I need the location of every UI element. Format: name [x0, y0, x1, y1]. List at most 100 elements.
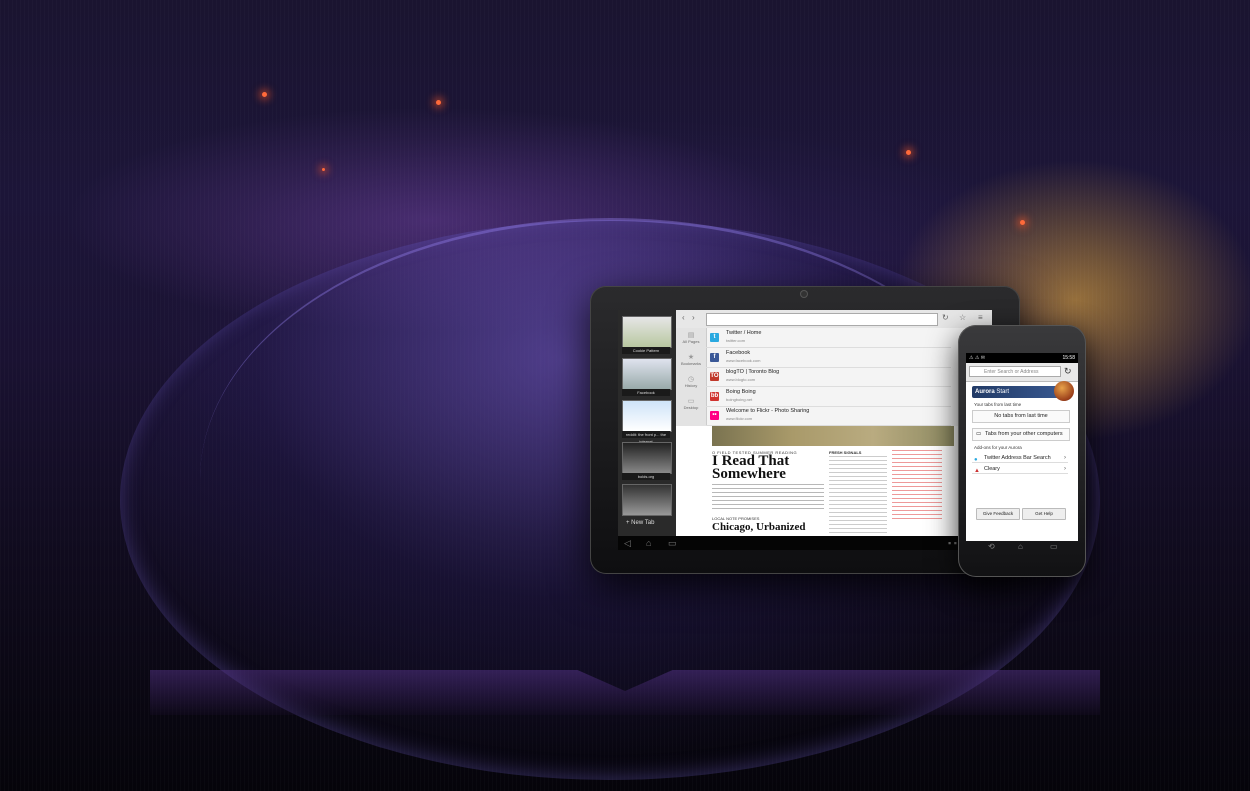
site-favicon-icon: TO [710, 372, 719, 381]
site-favicon-icon: t [710, 333, 719, 342]
url-bar: ‹ › ↻ ☆ ≡ [676, 310, 992, 329]
awesome-sidebar: ▤ All Pages ★ Bookmarks ◷ History ▭ Desktop [676, 328, 707, 426]
side-column-title: FRESH SIGNALS [829, 450, 862, 455]
addon-name: Cleary [984, 466, 1000, 472]
other-computers-label: Tabs from your other computers [985, 431, 1063, 437]
tab-thumbnail[interactable] [622, 400, 672, 432]
monitor-icon: ▭ [976, 431, 982, 437]
home-icon[interactable]: ⌂ [646, 538, 651, 548]
pages-icon: ▤ [687, 332, 695, 339]
suggestion-row[interactable]: bb Boing Boing boingboing.net [706, 387, 951, 407]
phone-device: ⚠ ⚠ ✉ 15:58 Enter Search or Address ↻ Au… [958, 325, 1086, 577]
suggestion-title: Twitter / Home [726, 330, 762, 336]
phone-nav-bar: ⟲ ⌂ ▭ [966, 541, 1078, 557]
article-page: O FIELD TESTED SUMMER READING I Read Tha… [676, 426, 992, 536]
chevron-right-icon: › [1064, 466, 1066, 472]
forward-icon[interactable]: › [692, 313, 695, 322]
new-tab-label: New Tab [631, 520, 655, 526]
android-nav-bar: ◁ ⌂ ▭ ▪ ▪ ▪ [618, 536, 992, 550]
sidebar-item-bookmarks[interactable]: ★ Bookmarks [676, 353, 706, 366]
chevron-right-icon: › [1064, 455, 1066, 461]
suggestion-url: boingboing.net [726, 396, 753, 402]
tab-strip: Cookie Pattern Facebook reddit: the fron… [618, 310, 676, 536]
tablet-device: Cookie Pattern Facebook reddit: the fron… [590, 286, 1020, 574]
tab-thumbnail[interactable] [622, 316, 672, 348]
aurora-logo-icon [1054, 381, 1074, 401]
sidebar-item-desktop[interactable]: ▭ Desktop [676, 397, 706, 410]
url-input[interactable] [706, 313, 938, 326]
star-icon[interactable]: ☆ [959, 313, 966, 322]
site-favicon-icon: •• [710, 411, 719, 420]
sidebar-label: Desktop [683, 405, 699, 410]
addon-row[interactable]: ▲ Cleary › [972, 464, 1068, 474]
last-time-label: Your tabs from last time [974, 402, 1022, 407]
site-favicon-icon: bb [710, 391, 719, 401]
tablet-screen: Cookie Pattern Facebook reddit: the fron… [618, 310, 992, 536]
suggestion-url: www.flickr.com [726, 416, 753, 421]
back-icon[interactable]: ⟲ [988, 542, 995, 551]
phone-url-input[interactable]: Enter Search or Address [969, 366, 1061, 377]
star [262, 92, 267, 97]
tab-caption: Cookie Pattern [622, 347, 670, 354]
article-headline-2[interactable]: Chicago, Urbanized [712, 521, 806, 533]
new-tab-button[interactable]: + New Tab [626, 520, 654, 526]
status-bar: ⚠ ⚠ ✉ 15:58 [966, 353, 1078, 363]
star [322, 168, 325, 171]
addon-row[interactable]: ● Twitter Address Bar Search › [972, 453, 1068, 463]
reload-icon[interactable]: ↻ [942, 313, 949, 322]
no-tabs-message: No tabs from last time [972, 410, 1070, 423]
article-photo [712, 426, 954, 446]
tab-caption: Facebook [622, 389, 670, 396]
phone-url-bar: Enter Search or Address ↻ [966, 363, 1078, 382]
suggestion-title: Boing Boing [726, 388, 756, 395]
clock-icon: ◷ [687, 376, 695, 383]
recent-apps-icon[interactable]: ▭ [668, 538, 677, 549]
sidebar-label: Bookmarks [680, 361, 701, 366]
tab-thumbnail[interactable] [622, 442, 672, 474]
suggestion-row[interactable]: t Twitter / Home twitter.com [706, 328, 951, 348]
notification-icons: ⚠ ⚠ ✉ [969, 355, 985, 361]
suggestion-title: blogTO | Toronto Blog [726, 369, 780, 375]
tab-thumbnail[interactable] [622, 484, 672, 516]
suggestion-title: Welcome to Flickr - Photo Sharing [726, 408, 810, 414]
other-computers-button[interactable]: ▭ Tabs from your other computers [972, 428, 1070, 441]
suggestion-url: twitter.com [726, 338, 746, 343]
sidebar-label: History [684, 383, 698, 388]
suggestion-url: www.facebook.com [726, 357, 761, 363]
side-column-text [829, 456, 887, 534]
reload-icon[interactable]: ↻ [1064, 366, 1072, 377]
article-body-text [712, 484, 824, 512]
suggestion-row[interactable]: TO blogTO | Toronto Blog www.blogto.com [706, 367, 951, 387]
star-icon: ★ [687, 354, 695, 361]
recent-apps-icon[interactable]: ▭ [1050, 542, 1058, 551]
back-icon[interactable]: ‹ [682, 313, 685, 322]
status-time: 15:58 [1062, 355, 1075, 361]
tab-caption: reddit: the front p... the internet [622, 431, 670, 444]
article-headline[interactable]: I Read That Somewhere [712, 454, 832, 482]
give-feedback-button[interactable]: Give Feedback [976, 508, 1020, 520]
tab-caption: bolds.org [622, 473, 670, 480]
aurora-start-banner: Aurora Start [972, 386, 1067, 398]
get-help-button[interactable]: Get Help [1022, 508, 1066, 520]
suggestion-row[interactable]: •• Welcome to Flickr - Photo Sharing www.f… [706, 406, 951, 426]
sidebar-item-all-pages[interactable]: ▤ All Pages [676, 331, 706, 344]
phone-screen: ⚠ ⚠ ✉ 15:58 Enter Search or Address ↻ Au… [966, 353, 1078, 541]
star [436, 100, 441, 105]
menu-icon[interactable]: ≡ [978, 313, 983, 322]
star [906, 150, 911, 155]
cleary-icon: ▲ [974, 468, 980, 474]
suggestion-url: www.blogto.com [726, 377, 756, 382]
awesome-screen: ▤ All Pages ★ Bookmarks ◷ History ▭ Desktop … [676, 328, 992, 426]
banner-brand: Aurora [975, 389, 995, 395]
sidebar-label: All Pages [682, 339, 700, 344]
site-favicon-icon: f [710, 352, 719, 362]
home-icon[interactable]: ⌂ [1018, 542, 1023, 551]
back-icon[interactable]: ◁ [624, 538, 631, 549]
tab-thumbnail[interactable] [622, 358, 672, 390]
camera [801, 291, 807, 297]
sidebar-item-history[interactable]: ◷ History [676, 375, 706, 388]
links-column [892, 450, 942, 520]
suggestion-row[interactable]: f Facebook www.facebook.com [706, 348, 951, 368]
banner-title: Start [994, 389, 1010, 395]
star [1020, 220, 1025, 225]
